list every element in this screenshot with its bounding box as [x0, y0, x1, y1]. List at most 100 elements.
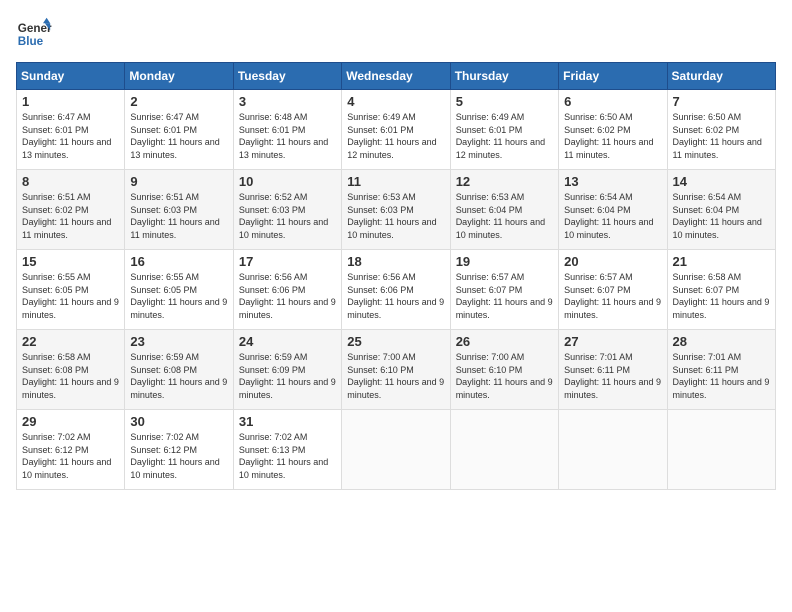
- day-info: Sunrise: 6:56 AMSunset: 6:06 PMDaylight:…: [347, 271, 444, 321]
- day-number: 8: [22, 174, 119, 189]
- day-number: 31: [239, 414, 336, 429]
- day-number: 5: [456, 94, 553, 109]
- calendar-cell: 8 Sunrise: 6:51 AMSunset: 6:02 PMDaylight…: [17, 170, 125, 250]
- calendar-cell: 3 Sunrise: 6:48 AMSunset: 6:01 PMDaylight…: [233, 90, 341, 170]
- day-info: Sunrise: 7:02 AMSunset: 6:12 PMDaylight:…: [130, 431, 227, 481]
- day-number: 15: [22, 254, 119, 269]
- calendar-cell: 25 Sunrise: 7:00 AMSunset: 6:10 PMDayligh…: [342, 330, 450, 410]
- weekday-header-friday: Friday: [559, 63, 667, 90]
- calendar-cell: 26 Sunrise: 7:00 AMSunset: 6:10 PMDayligh…: [450, 330, 558, 410]
- calendar-cell: [559, 410, 667, 490]
- week-row-4: 22 Sunrise: 6:58 AMSunset: 6:08 PMDayligh…: [17, 330, 776, 410]
- day-info: Sunrise: 6:50 AMSunset: 6:02 PMDaylight:…: [564, 111, 661, 161]
- calendar-table: SundayMondayTuesdayWednesdayThursdayFrid…: [16, 62, 776, 490]
- calendar-cell: 22 Sunrise: 6:58 AMSunset: 6:08 PMDayligh…: [17, 330, 125, 410]
- day-info: Sunrise: 6:55 AMSunset: 6:05 PMDaylight:…: [130, 271, 227, 321]
- calendar-cell: [450, 410, 558, 490]
- day-number: 22: [22, 334, 119, 349]
- day-info: Sunrise: 6:51 AMSunset: 6:03 PMDaylight:…: [130, 191, 227, 241]
- day-number: 28: [673, 334, 770, 349]
- day-number: 4: [347, 94, 444, 109]
- day-info: Sunrise: 7:00 AMSunset: 6:10 PMDaylight:…: [347, 351, 444, 401]
- calendar-cell: 12 Sunrise: 6:53 AMSunset: 6:04 PMDayligh…: [450, 170, 558, 250]
- day-number: 24: [239, 334, 336, 349]
- calendar-cell: 7Sunrise: 6:50 AMSunset: 6:02 PMDaylight…: [667, 90, 775, 170]
- calendar-cell: 2 Sunrise: 6:47 AMSunset: 6:01 PMDaylight…: [125, 90, 233, 170]
- day-info: Sunrise: 6:47 AMSunset: 6:01 PMDaylight:…: [22, 111, 119, 161]
- day-info: Sunrise: 7:02 AMSunset: 6:13 PMDaylight:…: [239, 431, 336, 481]
- day-number: 23: [130, 334, 227, 349]
- day-info: Sunrise: 6:51 AMSunset: 6:02 PMDaylight:…: [22, 191, 119, 241]
- calendar-cell: 5 Sunrise: 6:49 AMSunset: 6:01 PMDaylight…: [450, 90, 558, 170]
- day-info: Sunrise: 6:47 AMSunset: 6:01 PMDaylight:…: [130, 111, 227, 161]
- week-row-5: 29 Sunrise: 7:02 AMSunset: 6:12 PMDayligh…: [17, 410, 776, 490]
- day-number: 19: [456, 254, 553, 269]
- weekday-header-sunday: Sunday: [17, 63, 125, 90]
- svg-text:Blue: Blue: [18, 35, 44, 48]
- day-number: 9: [130, 174, 227, 189]
- day-number: 30: [130, 414, 227, 429]
- day-info: Sunrise: 6:55 AMSunset: 6:05 PMDaylight:…: [22, 271, 119, 321]
- day-info: Sunrise: 7:00 AMSunset: 6:10 PMDaylight:…: [456, 351, 553, 401]
- day-number: 12: [456, 174, 553, 189]
- calendar-cell: 20 Sunrise: 6:57 AMSunset: 6:07 PMDayligh…: [559, 250, 667, 330]
- day-number: 27: [564, 334, 661, 349]
- day-number: 26: [456, 334, 553, 349]
- weekday-header-row: SundayMondayTuesdayWednesdayThursdayFrid…: [17, 63, 776, 90]
- day-number: 16: [130, 254, 227, 269]
- weekday-header-tuesday: Tuesday: [233, 63, 341, 90]
- weekday-header-thursday: Thursday: [450, 63, 558, 90]
- day-info: Sunrise: 6:56 AMSunset: 6:06 PMDaylight:…: [239, 271, 336, 321]
- day-info: Sunrise: 6:57 AMSunset: 6:07 PMDaylight:…: [456, 271, 553, 321]
- logo: General Blue: [16, 16, 52, 52]
- week-row-3: 15 Sunrise: 6:55 AMSunset: 6:05 PMDayligh…: [17, 250, 776, 330]
- day-number: 6: [564, 94, 661, 109]
- day-number: 2: [130, 94, 227, 109]
- page-header: General Blue: [16, 16, 776, 52]
- day-number: 25: [347, 334, 444, 349]
- logo-icon: General Blue: [16, 16, 52, 52]
- calendar-cell: 24Sunrise: 6:59 AMSunset: 6:09 PMDayligh…: [233, 330, 341, 410]
- day-number: 10: [239, 174, 336, 189]
- day-info: Sunrise: 6:49 AMSunset: 6:01 PMDaylight:…: [347, 111, 444, 161]
- day-info: Sunrise: 6:48 AMSunset: 6:01 PMDaylight:…: [239, 111, 336, 161]
- day-number: 21: [673, 254, 770, 269]
- day-info: Sunrise: 6:54 AMSunset: 6:04 PMDaylight:…: [673, 191, 770, 241]
- day-number: 18: [347, 254, 444, 269]
- calendar-cell: 14Sunrise: 6:54 AMSunset: 6:04 PMDayligh…: [667, 170, 775, 250]
- day-number: 3: [239, 94, 336, 109]
- calendar-cell: 6 Sunrise: 6:50 AMSunset: 6:02 PMDaylight…: [559, 90, 667, 170]
- day-info: Sunrise: 7:02 AMSunset: 6:12 PMDaylight:…: [22, 431, 119, 481]
- calendar-cell: 28 Sunrise: 7:01 AMSunset: 6:11 PMDayligh…: [667, 330, 775, 410]
- calendar-cell: 13 Sunrise: 6:54 AMSunset: 6:04 PMDayligh…: [559, 170, 667, 250]
- day-info: Sunrise: 7:01 AMSunset: 6:11 PMDaylight:…: [673, 351, 770, 401]
- calendar-cell: 11Sunrise: 6:53 AMSunset: 6:03 PMDayligh…: [342, 170, 450, 250]
- calendar-cell: 29 Sunrise: 7:02 AMSunset: 6:12 PMDayligh…: [17, 410, 125, 490]
- calendar-cell: 31 Sunrise: 7:02 AMSunset: 6:13 PMDayligh…: [233, 410, 341, 490]
- calendar-cell: [342, 410, 450, 490]
- week-row-1: 1 Sunrise: 6:47 AMSunset: 6:01 PMDaylight…: [17, 90, 776, 170]
- day-info: Sunrise: 6:58 AMSunset: 6:07 PMDaylight:…: [673, 271, 770, 321]
- day-number: 20: [564, 254, 661, 269]
- day-info: Sunrise: 6:54 AMSunset: 6:04 PMDaylight:…: [564, 191, 661, 241]
- day-number: 17: [239, 254, 336, 269]
- day-info: Sunrise: 6:57 AMSunset: 6:07 PMDaylight:…: [564, 271, 661, 321]
- day-number: 1: [22, 94, 119, 109]
- day-info: Sunrise: 6:52 AMSunset: 6:03 PMDaylight:…: [239, 191, 336, 241]
- calendar-cell: 9 Sunrise: 6:51 AMSunset: 6:03 PMDaylight…: [125, 170, 233, 250]
- week-row-2: 8 Sunrise: 6:51 AMSunset: 6:02 PMDaylight…: [17, 170, 776, 250]
- calendar-cell: 16 Sunrise: 6:55 AMSunset: 6:05 PMDayligh…: [125, 250, 233, 330]
- day-info: Sunrise: 6:58 AMSunset: 6:08 PMDaylight:…: [22, 351, 119, 401]
- day-info: Sunrise: 6:49 AMSunset: 6:01 PMDaylight:…: [456, 111, 553, 161]
- calendar-cell: 18 Sunrise: 6:56 AMSunset: 6:06 PMDayligh…: [342, 250, 450, 330]
- calendar-cell: [667, 410, 775, 490]
- day-number: 29: [22, 414, 119, 429]
- calendar-cell: 15 Sunrise: 6:55 AMSunset: 6:05 PMDayligh…: [17, 250, 125, 330]
- weekday-header-monday: Monday: [125, 63, 233, 90]
- calendar-cell: 27Sunrise: 7:01 AMSunset: 6:11 PMDayligh…: [559, 330, 667, 410]
- weekday-header-wednesday: Wednesday: [342, 63, 450, 90]
- day-info: Sunrise: 6:53 AMSunset: 6:04 PMDaylight:…: [456, 191, 553, 241]
- calendar-cell: 23Sunrise: 6:59 AMSunset: 6:08 PMDayligh…: [125, 330, 233, 410]
- day-number: 13: [564, 174, 661, 189]
- day-info: Sunrise: 6:53 AMSunset: 6:03 PMDaylight:…: [347, 191, 444, 241]
